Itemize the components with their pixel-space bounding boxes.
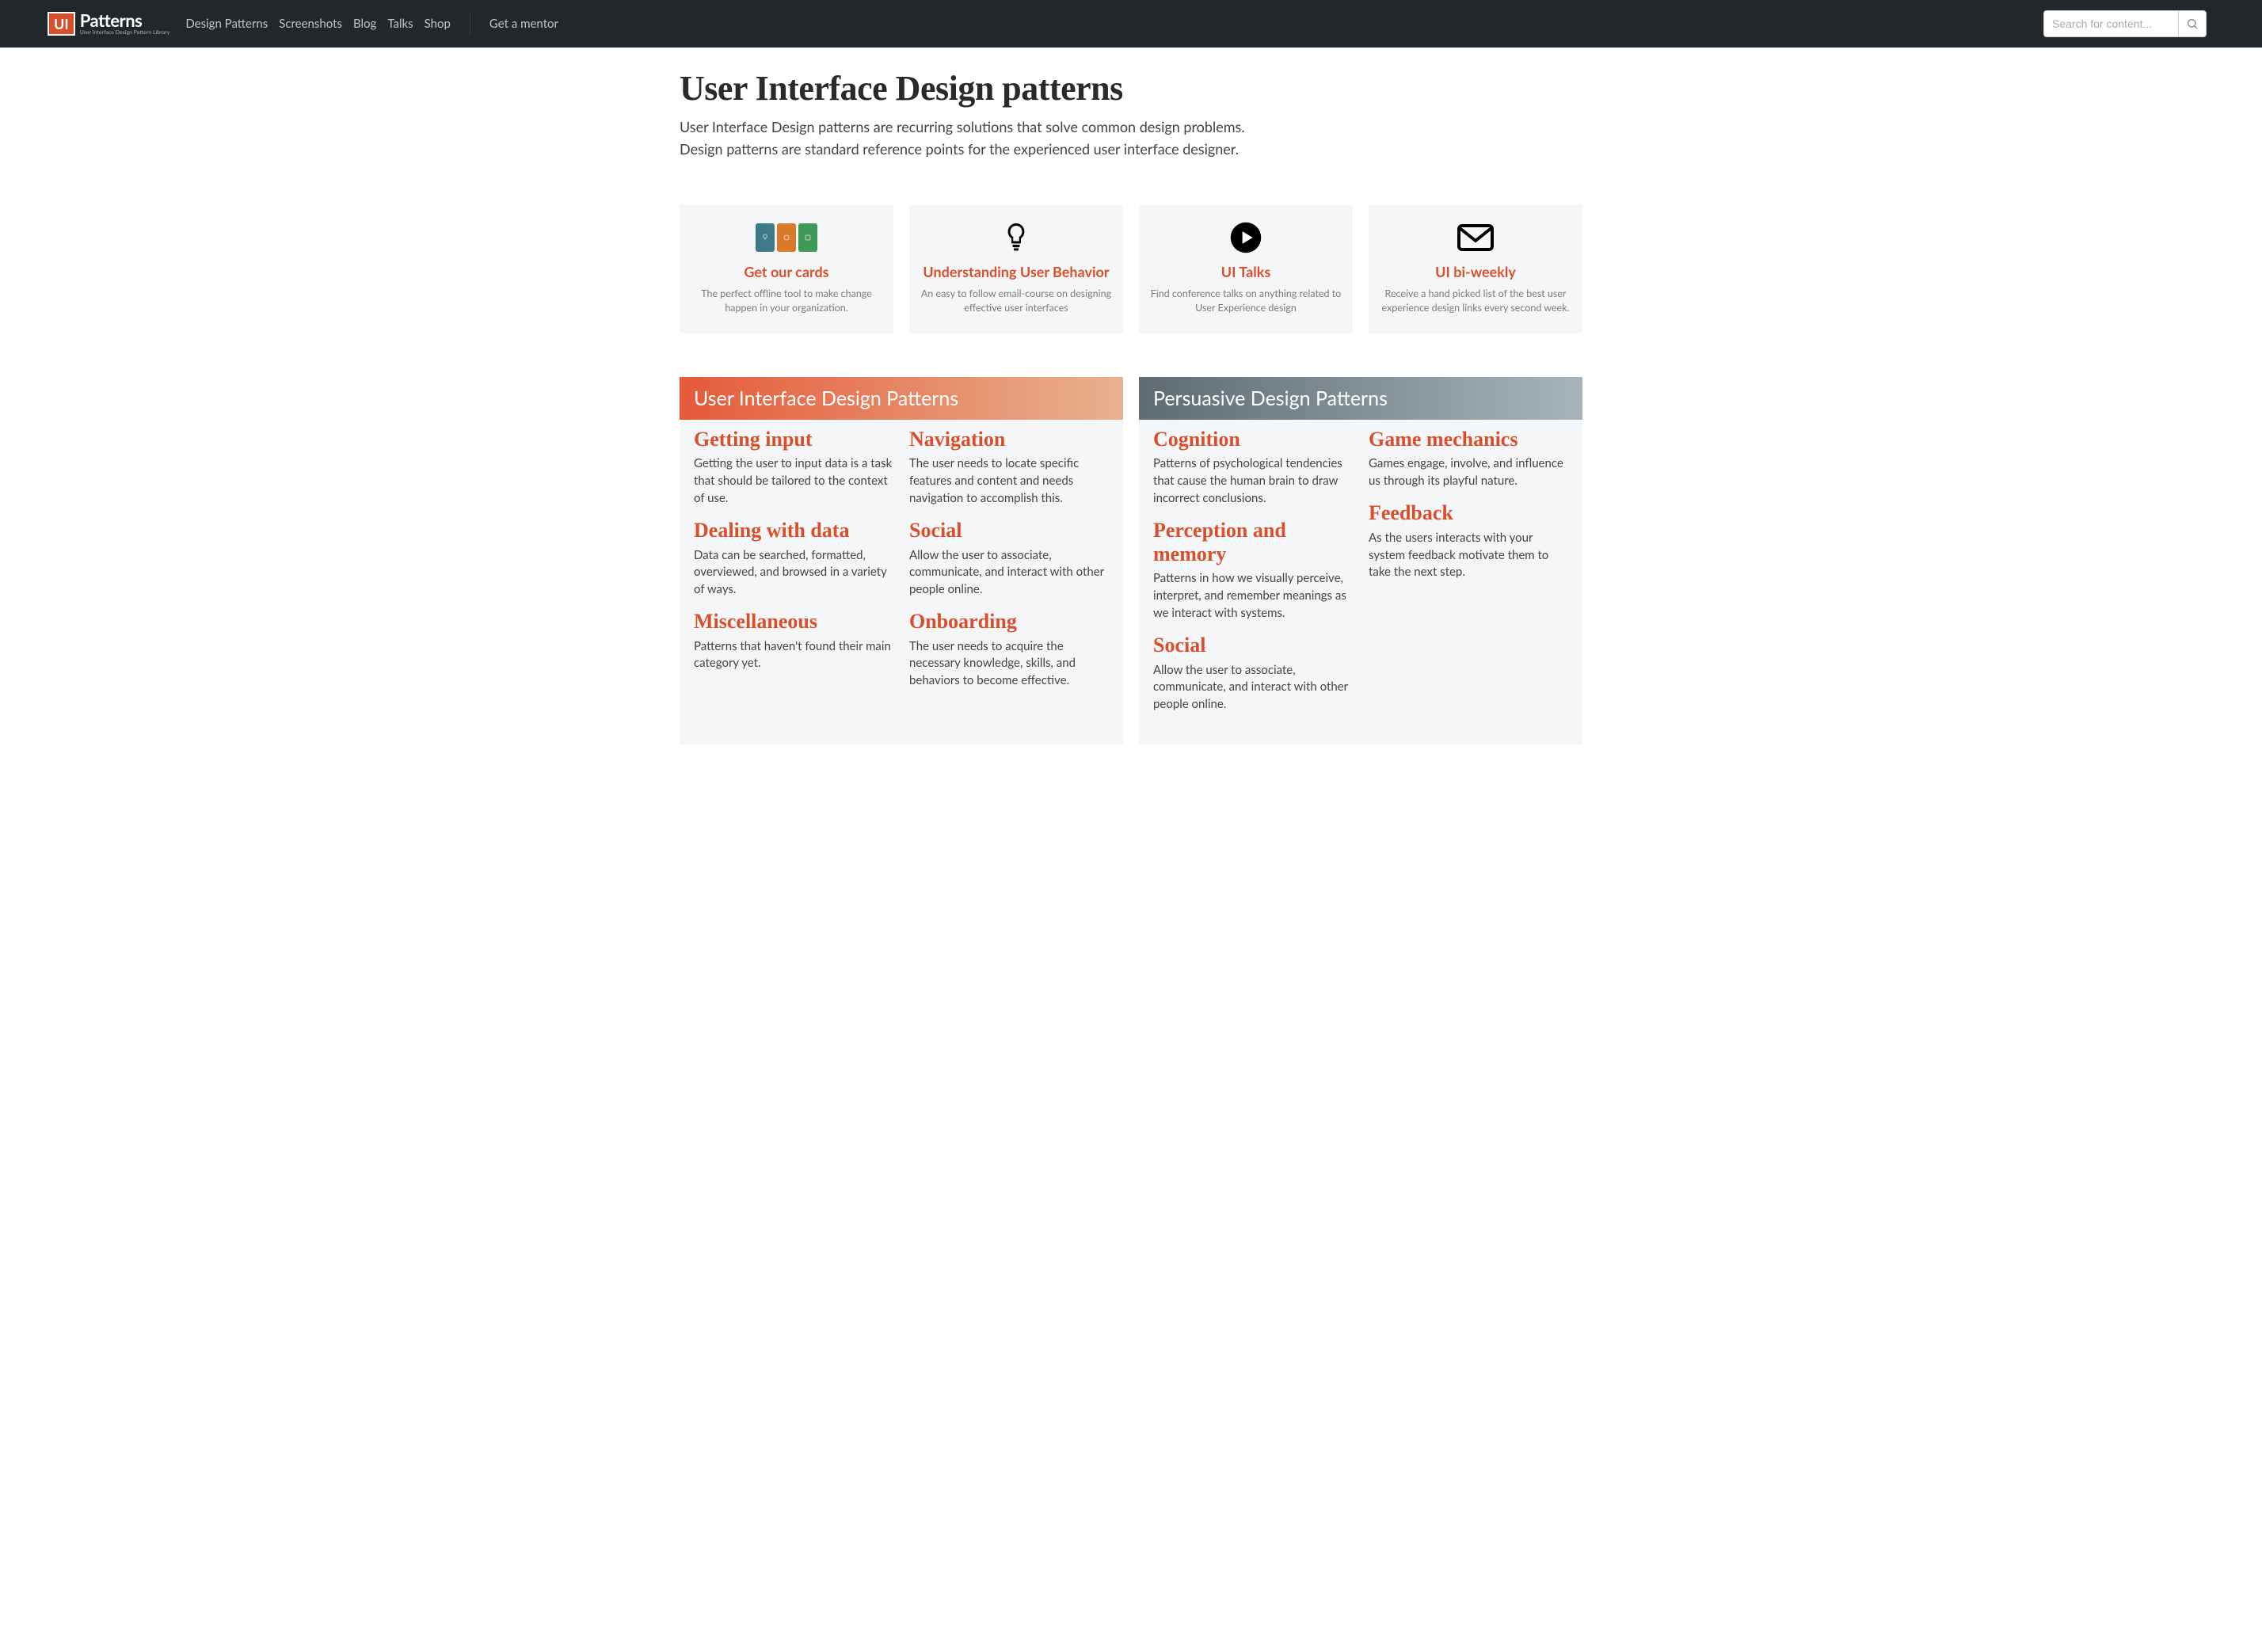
promo-title: UI Talks [1150,263,1342,281]
play-icon [1150,219,1342,257]
search-button[interactable] [2178,10,2207,37]
promo-talks[interactable]: UI Talks Find conference talks on anythi… [1139,204,1353,333]
category-title: Navigation [909,428,1109,451]
section-header: Persuasive Design Patterns [1139,377,1582,420]
site-header: UI Patterns User Interface Design Patter… [0,0,2262,48]
bulb-icon [920,219,1112,257]
category-social[interactable]: Social Allow the user to associate, comm… [909,519,1109,599]
mail-icon [1380,219,1571,257]
category-desc: Getting the user to input data is a task… [694,455,893,507]
category-title: Onboarding [909,610,1109,634]
category-desc: Allow the user to associate, communicate… [909,547,1109,599]
category-title: Dealing with data [694,519,893,542]
category-desc: The user needs to locate specific featur… [909,455,1109,507]
nav-get-mentor[interactable]: Get a mentor [489,17,558,31]
category-game-mechanics[interactable]: Game mechanics Games engage, involve, an… [1369,428,1568,490]
promo-desc: An easy to follow email-course on design… [920,287,1112,315]
promo-title: Understanding User Behavior [920,263,1112,281]
section-header: User Interface Design Patterns [680,377,1123,420]
category-onboarding[interactable]: Onboarding The user needs to acquire the… [909,610,1109,690]
category-title: Game mechanics [1369,428,1568,451]
category-desc: Data can be searched, formatted, overvie… [694,547,893,599]
category-desc: Games engage, involve, and influence us … [1369,455,1568,490]
nav-talks[interactable]: Talks [387,17,413,31]
category-title: Social [909,519,1109,542]
category-desc: Patterns in how we visually perceive, in… [1153,570,1353,622]
promo-biweekly[interactable]: UI bi-weekly Receive a hand picked list … [1369,204,1582,333]
logo-text: Patterns [80,12,170,29]
promo-desc: Receive a hand picked list of the best u… [1380,287,1571,315]
nav-shop[interactable]: Shop [425,17,451,31]
search-icon [2186,17,2199,30]
logo-badge: UI [48,12,75,36]
promo-title: UI bi-weekly [1380,263,1571,281]
logo-subtitle: User Interface Design Pattern Library [80,30,170,36]
nav-screenshots[interactable]: Screenshots [279,17,342,31]
category-desc: As the users interacts with your system … [1369,530,1568,581]
category-social-persuasive[interactable]: Social Allow the user to associate, comm… [1153,634,1353,714]
promo-behavior[interactable]: Understanding User Behavior An easy to f… [909,204,1123,333]
promo-cards[interactable]: Get our cards The perfect offline tool t… [680,204,893,333]
section-persuasive-patterns: Persuasive Design Patterns Cognition Pat… [1139,377,1582,744]
category-feedback[interactable]: Feedback As the users interacts with you… [1369,501,1568,581]
search-input[interactable] [2043,10,2178,37]
category-title: Getting input [694,428,893,451]
category-navigation[interactable]: Navigation The user needs to locate spec… [909,428,1109,508]
category-title: Feedback [1369,501,1568,525]
category-desc: Patterns of psychological tendencies tha… [1153,455,1353,507]
search-form [2043,10,2207,37]
nav-blog[interactable]: Blog [353,17,376,31]
promo-desc: Find conference talks on anything relate… [1150,287,1342,315]
category-miscellaneous[interactable]: Miscellaneous Patterns that haven't foun… [694,610,893,672]
category-cognition[interactable]: Cognition Patterns of psychological tend… [1153,428,1353,508]
cards-icon [691,219,882,257]
main-content: User Interface Design patterns User Inte… [668,68,1594,744]
page-intro: User Interface Design patterns are recur… [680,116,1281,161]
primary-nav: Design Patterns Screenshots Blog Talks S… [185,13,558,35]
category-desc: Allow the user to associate, communicate… [1153,662,1353,714]
category-getting-input[interactable]: Getting input Getting the user to input … [694,428,893,508]
sections-row: User Interface Design Patterns Getting i… [680,377,1582,744]
category-desc: The user needs to acquire the necessary … [909,638,1109,690]
promo-desc: The perfect offline tool to make change … [691,287,882,315]
category-desc: Patterns that haven't found their main c… [694,638,893,673]
section-ui-patterns: User Interface Design Patterns Getting i… [680,377,1123,744]
promo-title: Get our cards [691,263,882,281]
page-title: User Interface Design patterns [680,68,1582,108]
nav-design-patterns[interactable]: Design Patterns [185,17,268,31]
logo[interactable]: UI Patterns User Interface Design Patter… [48,12,169,36]
category-title: Social [1153,634,1353,657]
promo-row: Get our cards The perfect offline tool t… [680,204,1582,333]
category-dealing-with-data[interactable]: Dealing with data Data can be searched, … [694,519,893,599]
category-title: Perception and memory [1153,519,1353,566]
category-title: Cognition [1153,428,1353,451]
category-title: Miscellaneous [694,610,893,634]
category-perception-memory[interactable]: Perception and memory Patterns in how we… [1153,519,1353,622]
